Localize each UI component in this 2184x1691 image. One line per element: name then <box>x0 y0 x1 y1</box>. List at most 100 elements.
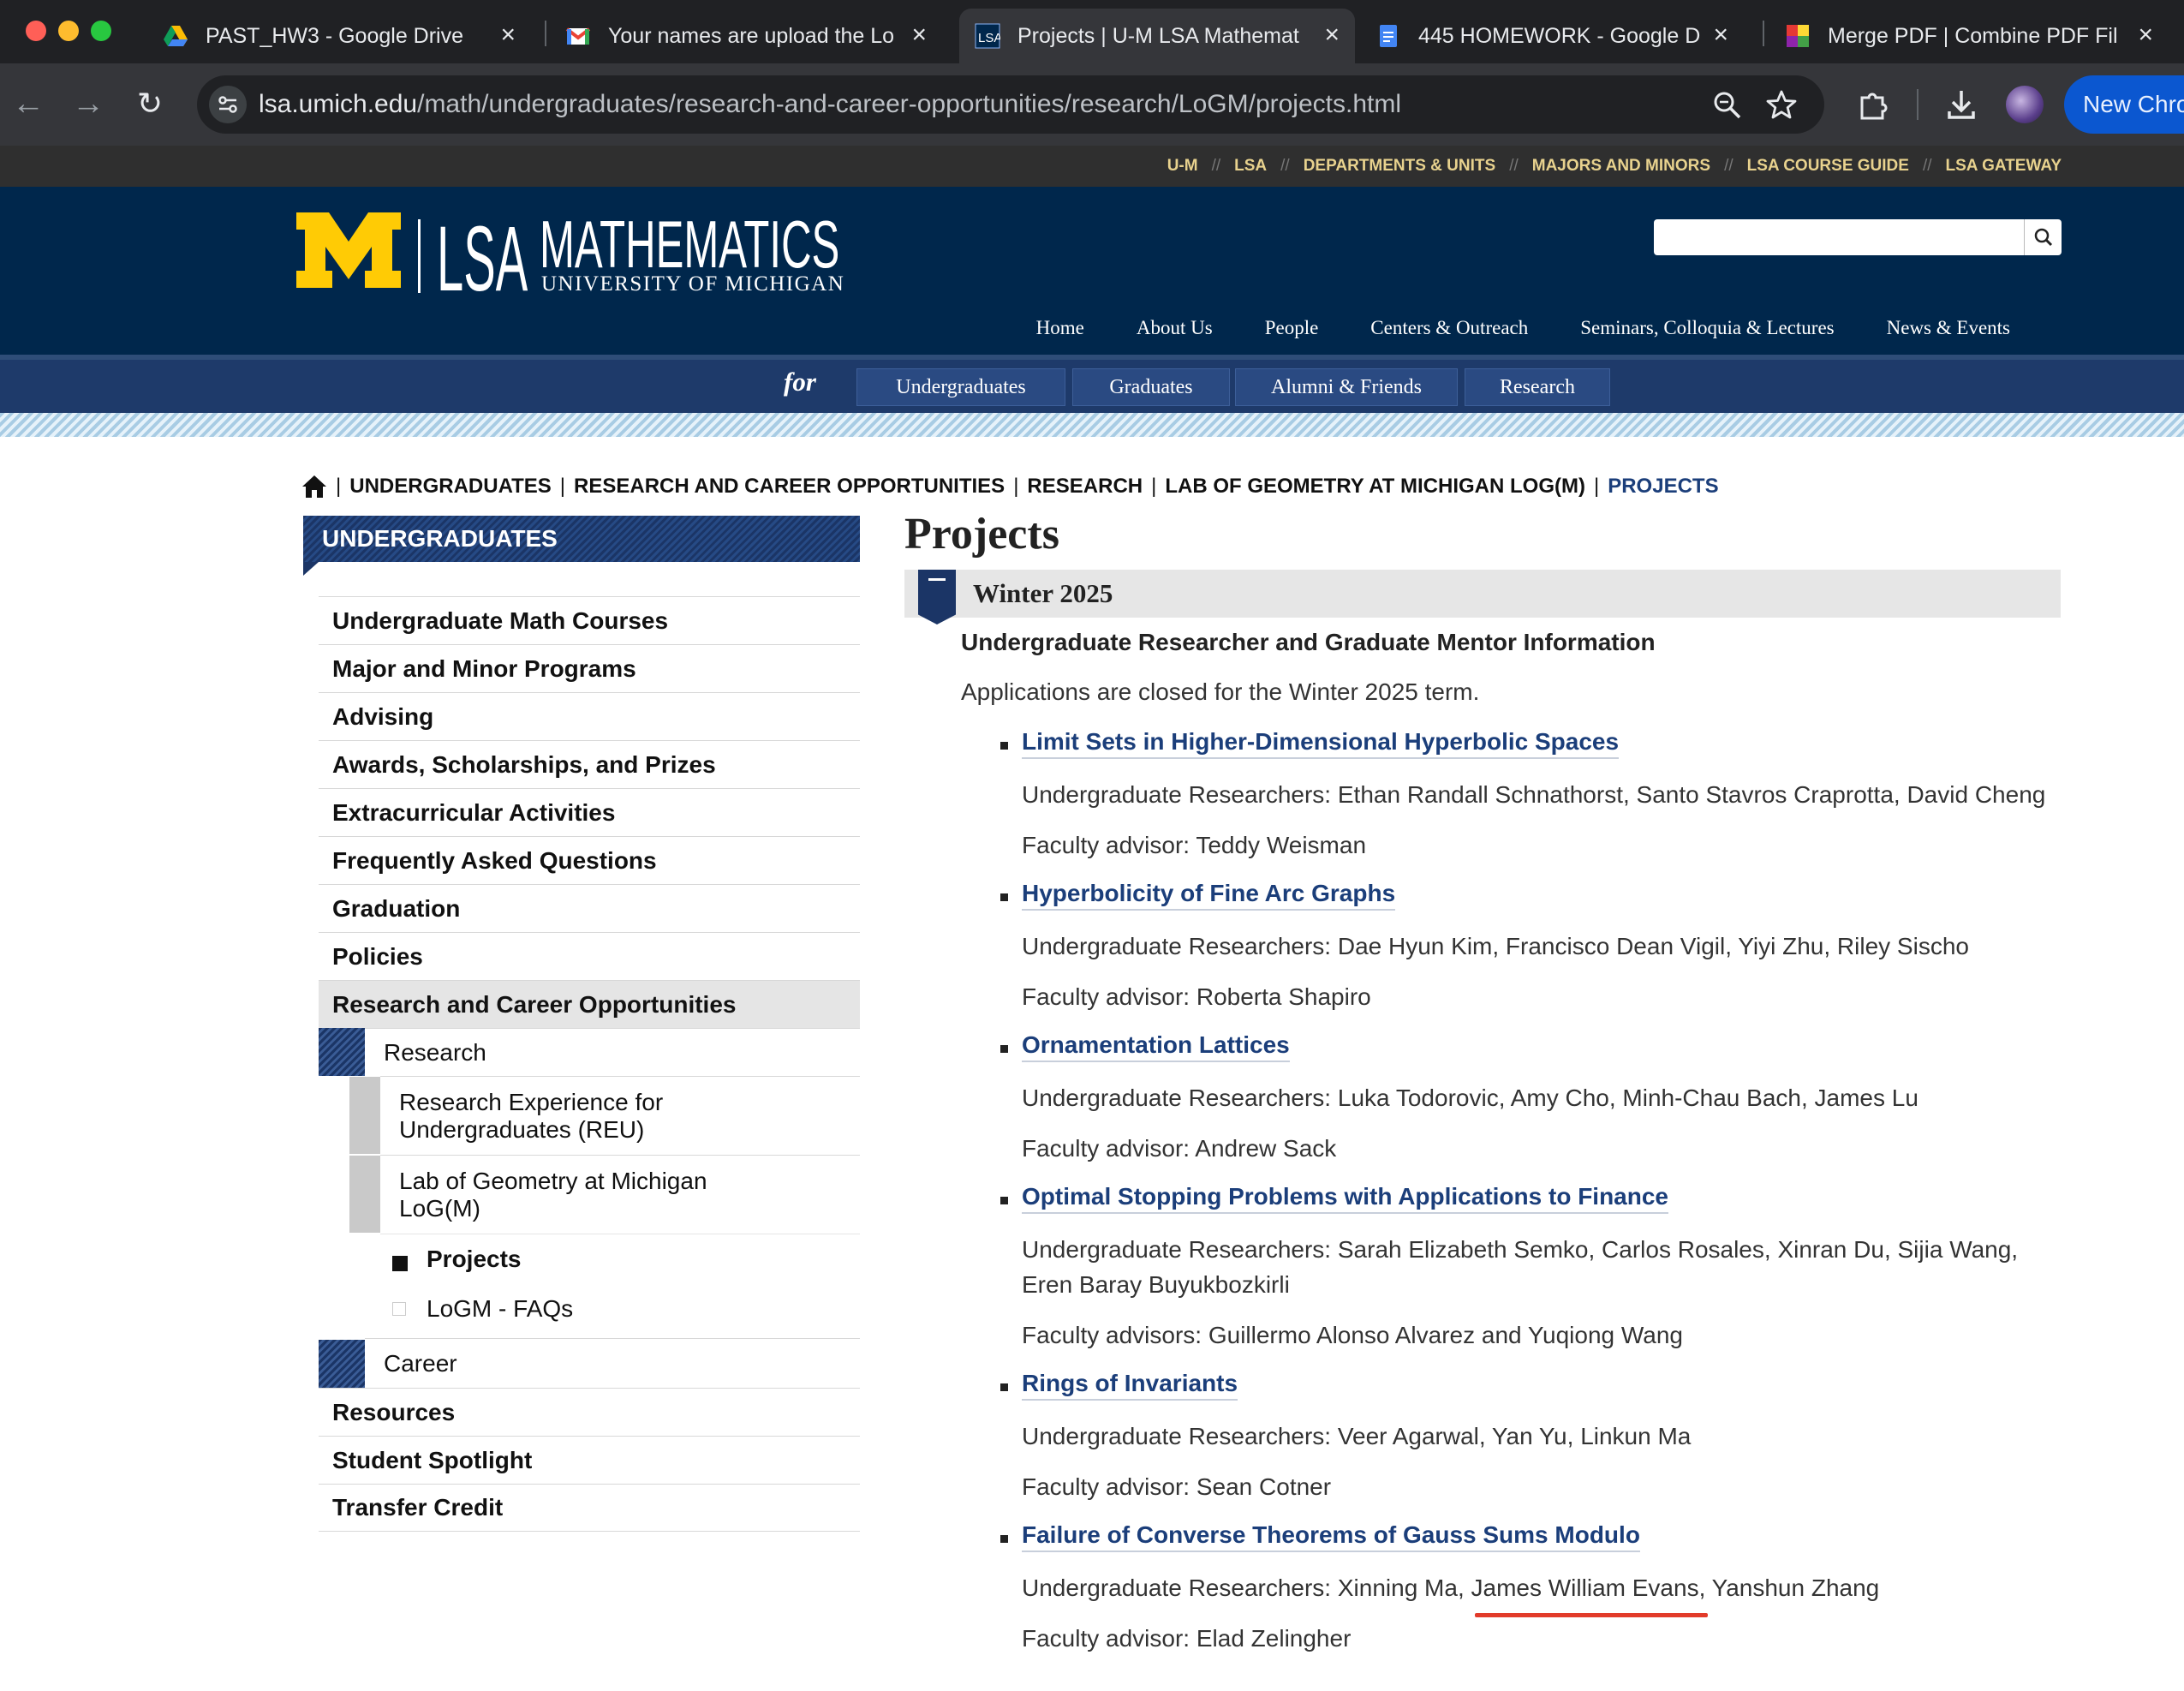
sidebar-header[interactable]: UNDERGRADUATES <box>303 516 860 562</box>
term-accordion-header[interactable]: Winter 2025 <box>904 570 2061 624</box>
site-search-input[interactable] <box>1654 219 2062 255</box>
home-icon[interactable] <box>301 475 327 499</box>
sidebar-item-student-spotlight[interactable]: Student Spotlight <box>319 1436 860 1484</box>
department-name[interactable]: MATHEMATICS <box>540 211 839 278</box>
browser-tab-active[interactable]: LSA Projects | U-M LSA Mathemat × <box>959 9 1355 63</box>
audience-bar: for Undergraduates Graduates Alumni & Fr… <box>0 360 2184 413</box>
separator: // <box>1211 157 1221 175</box>
reload-icon[interactable]: ↻ <box>128 82 171 125</box>
sidebar-item-major-minor[interactable]: Major and Minor Programs <box>319 644 860 692</box>
browser-tab[interactable]: Merge PDF | Combine PDF Fil × <box>1775 9 2169 63</box>
site-settings-icon[interactable] <box>207 84 248 125</box>
utility-link-gateway[interactable]: LSA GATEWAY <box>1946 157 2062 176</box>
download-icon[interactable] <box>1944 87 1978 122</box>
list-bullet <box>1000 1045 1008 1053</box>
sidebar-item-math-courses[interactable]: Undergraduate Math Courses <box>319 596 860 644</box>
project-title-link[interactable]: Hyperbolicity of Fine Arc Graphs <box>1022 880 1396 911</box>
utility-link-course-guide[interactable]: LSA COURSE GUIDE <box>1747 157 1909 176</box>
audience-undergraduates-button[interactable]: Undergraduates <box>856 368 1065 406</box>
separator: | <box>559 475 566 498</box>
close-window-button[interactable] <box>26 21 46 41</box>
audience-research-button[interactable]: Research <box>1465 368 1610 406</box>
sidebar-item-logm[interactable]: Lab of Geometry at Michigan LoG(M) <box>380 1155 860 1234</box>
sidebar-item-research-career[interactable]: Research and Career Opportunities <box>319 980 860 1028</box>
back-arrow-icon[interactable]: ← <box>7 82 50 125</box>
sidebar-item-policies[interactable]: Policies <box>319 932 860 980</box>
project-researchers: Undergraduate Researchers: Luka Todorovi… <box>1022 1085 1918 1111</box>
project-title-link[interactable]: Failure of Converse Theorems of Gauss Su… <box>1022 1521 1640 1552</box>
breadcrumb-undergraduates[interactable]: UNDERGRADUATES <box>349 475 552 499</box>
breadcrumb: | UNDERGRADUATES | RESEARCH AND CAREER O… <box>301 471 1719 502</box>
project-title-link[interactable]: Optimal Stopping Problems with Applicati… <box>1022 1183 1669 1214</box>
bookmark-star-icon[interactable] <box>1766 89 1797 120</box>
browser-toolbar: ← → ↻ lsa.umich.edu/math/undergraduates/… <box>0 63 2184 146</box>
sidebar-item-reu[interactable]: Research Experience for Undergraduates (R… <box>380 1076 860 1155</box>
ilovepdf-icon <box>1787 25 1809 47</box>
close-icon[interactable]: × <box>1324 21 1340 50</box>
forward-arrow-icon[interactable]: → <box>67 82 110 125</box>
browser-tab[interactable]: 445 HOMEWORK - Google Do × <box>1367 9 1744 63</box>
tab-title: Merge PDF | Combine PDF Fil <box>1828 23 2118 48</box>
nav-centers-outreach[interactable]: Centers & Outreach <box>1370 317 1528 339</box>
sidebar-item-transfer-credit[interactable]: Transfer Credit <box>319 1484 860 1532</box>
search-button[interactable] <box>2024 219 2062 255</box>
separator: // <box>1509 157 1519 175</box>
utility-link-majors[interactable]: MAJORS AND MINORS <box>1532 157 1710 176</box>
block-m-logo[interactable] <box>296 212 401 288</box>
breadcrumb-logm[interactable]: LAB OF GEOMETRY AT MICHIGAN LOG(M) <box>1165 475 1585 499</box>
nav-people[interactable]: People <box>1265 317 1319 339</box>
sidebar-item-research[interactable]: Research <box>365 1028 860 1076</box>
minimize-window-button[interactable] <box>58 21 79 41</box>
breadcrumb-research-career[interactable]: RESEARCH AND CAREER OPPORTUNITIES <box>574 475 1005 499</box>
sidebar-item-logm-faqs[interactable]: LoGM - FAQs <box>380 1283 860 1333</box>
close-icon[interactable]: × <box>911 21 927 50</box>
project-title-link[interactable]: Rings of Invariants <box>1022 1370 1238 1401</box>
url-text[interactable]: lsa.umich.edu/math/undergraduates/resear… <box>259 75 1401 134</box>
address-bar[interactable]: lsa.umich.edu/math/undergraduates/resear… <box>197 75 1824 134</box>
new-chrome-available-button[interactable]: New Chro <box>2064 75 2184 134</box>
project-title-link[interactable]: Limit Sets in Higher-Dimensional Hyperbo… <box>1022 728 1620 759</box>
utility-link-um[interactable]: U-M <box>1167 157 1198 176</box>
sidebar-item-projects-current[interactable]: Projects <box>380 1234 860 1283</box>
url-path: /math/undergraduates/research-and-career… <box>417 90 1402 118</box>
sidebar-item-resources[interactable]: Resources <box>319 1388 860 1436</box>
extensions-icon[interactable] <box>1857 87 1891 122</box>
nav-home[interactable]: Home <box>1036 317 1084 339</box>
sidebar-item-graduation[interactable]: Graduation <box>319 884 860 932</box>
close-icon[interactable]: × <box>1713 21 1728 50</box>
audience-alumni-button[interactable]: Alumni & Friends <box>1235 368 1458 406</box>
page-title: Projects <box>904 510 1059 559</box>
project-title-link[interactable]: Ornamentation Lattices <box>1022 1031 1290 1062</box>
zoom-icon[interactable] <box>1713 91 1742 120</box>
logo-divider <box>418 219 421 293</box>
sidebar-item-awards[interactable]: Awards, Scholarships, and Prizes <box>319 740 860 788</box>
project-advisor: Faculty advisors: Guillermo Alonso Alvar… <box>1022 1322 1683 1348</box>
profile-avatar[interactable] <box>2006 86 2044 123</box>
nav-about-us[interactable]: About Us <box>1137 317 1213 339</box>
breadcrumb-current-projects[interactable]: PROJECTS <box>1608 475 1718 499</box>
sidebar-item-logm-line2: LoG(M) <box>399 1194 480 1222</box>
browser-tab[interactable]: Your names are upload the Lo × <box>557 9 942 63</box>
sidebar-item-extracurricular[interactable]: Extracurricular Activities <box>319 788 860 836</box>
utility-link-lsa[interactable]: LSA <box>1234 157 1267 176</box>
lsa-wordmark[interactable]: LSA <box>437 212 528 305</box>
collapse-toggle-icon[interactable] <box>918 570 956 624</box>
section-heading: Undergraduate Researcher and Graduate Me… <box>961 629 1656 655</box>
audience-graduates-button[interactable]: Graduates <box>1072 368 1230 406</box>
sidebar-item-reu-line1: Research Experience for <box>399 1088 664 1115</box>
zoom-window-button[interactable] <box>91 21 111 41</box>
nav-news-events[interactable]: News & Events <box>1887 317 2010 339</box>
sidebar-item-advising[interactable]: Advising <box>319 692 860 740</box>
utility-links: U-M // LSA // DEPARTMENTS & UNITS // MAJORS… <box>1167 146 2062 187</box>
sidebar-header-tab <box>303 562 319 576</box>
utility-link-departments[interactable]: DEPARTMENTS & UNITS <box>1304 157 1495 176</box>
nav-seminars[interactable]: Seminars, Colloquia & Lectures <box>1580 317 1834 339</box>
sidebar-item-career[interactable]: Career <box>365 1338 860 1388</box>
sidebar-item-faq[interactable]: Frequently Asked Questions <box>319 836 860 884</box>
tab-title: 445 HOMEWORK - Google Do <box>1418 23 1701 48</box>
close-icon[interactable]: × <box>2138 21 2153 50</box>
close-icon[interactable]: × <box>500 21 516 50</box>
breadcrumb-research[interactable]: RESEARCH <box>1027 475 1143 499</box>
browser-tab[interactable]: PAST_HW3 - Google Drive × <box>154 9 531 63</box>
decorative-stripe <box>0 413 2184 437</box>
